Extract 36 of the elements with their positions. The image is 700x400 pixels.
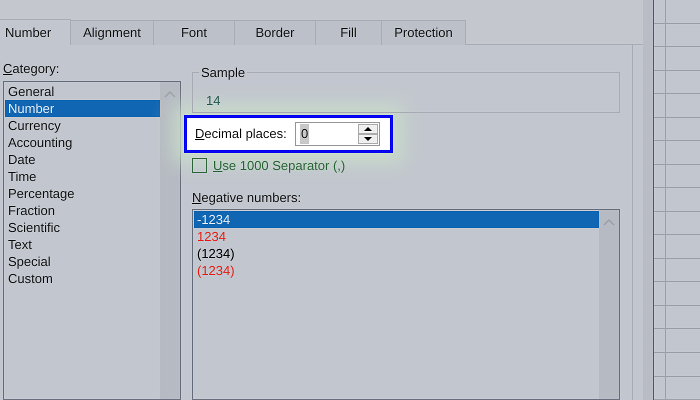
scroll-up-icon[interactable] <box>164 90 176 98</box>
scrollbar[interactable] <box>160 82 180 399</box>
category-item[interactable]: General <box>5 82 160 100</box>
scroll-up-icon[interactable] <box>603 218 615 226</box>
separator-label: Use 1000 Separator (,) <box>213 157 346 175</box>
category-item[interactable]: Accounting <box>5 134 160 150</box>
category-item[interactable]: Custom <box>5 270 160 286</box>
category-item[interactable]: Date <box>5 150 160 168</box>
category-item[interactable]: Number <box>5 100 160 116</box>
field-value: 0 <box>300 124 310 144</box>
category-item[interactable]: Fraction <box>5 202 160 218</box>
negative-number-item[interactable]: -1234 <box>194 211 599 228</box>
category-item[interactable]: Special <box>5 252 160 270</box>
sample-value: 14 <box>206 92 220 110</box>
tab[interactable]: Number <box>0 19 71 45</box>
spin-up-button[interactable] <box>358 124 378 134</box>
category-item[interactable]: Time <box>5 168 160 184</box>
decimal-places-label: Decimal places: <box>195 125 287 144</box>
category-label: Category: <box>3 60 60 78</box>
tab[interactable]: Fill <box>316 20 382 45</box>
spin-down-button[interactable] <box>358 134 378 144</box>
category-item[interactable]: Percentage <box>5 184 160 202</box>
negative-number-item[interactable]: (1234) <box>194 245 599 262</box>
scrollbar[interactable] <box>599 210 619 399</box>
tab[interactable]: Font <box>154 20 235 45</box>
negative-numbers-label: Negative numbers: <box>192 188 302 207</box>
tab[interactable]: Alignment <box>71 20 154 45</box>
category-item[interactable]: Currency <box>5 116 160 134</box>
tab[interactable]: Protection <box>382 20 466 45</box>
checkbox[interactable] <box>192 158 207 174</box>
tab[interactable]: Border <box>235 20 316 45</box>
triangle-down-icon <box>364 137 372 141</box>
category-item[interactable]: Text <box>5 236 160 252</box>
decimal-places-field[interactable]: 0 <box>295 122 380 146</box>
category-item[interactable]: Scientific <box>5 218 160 236</box>
triangle-up-icon <box>364 127 372 131</box>
